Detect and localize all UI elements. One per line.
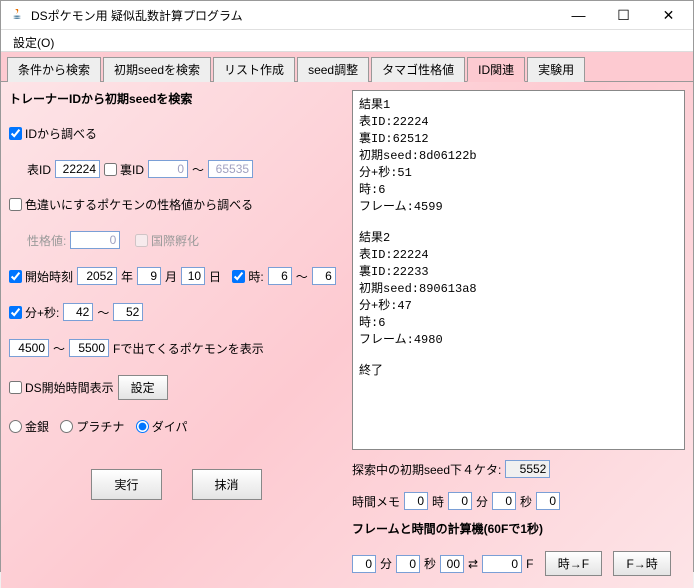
section-heading: トレーナーIDから初期seedを検索 (9, 90, 344, 107)
settings-button[interactable]: 設定 (118, 375, 168, 400)
minimize-button[interactable]: — (556, 1, 601, 29)
input-hour2[interactable] (312, 267, 336, 285)
input-ms2[interactable] (113, 303, 143, 321)
check-start-time-box[interactable] (9, 270, 22, 283)
tab-experiment[interactable]: 実験用 (527, 57, 585, 82)
label-calc: フレームと時間の計算機(60Fで1秒) (352, 520, 685, 537)
radio-pt-input[interactable] (60, 420, 73, 433)
menubar: 設定(O) (1, 30, 693, 52)
window-title: DSポケモン用 疑似乱数計算プログラム (31, 7, 556, 24)
memo-s[interactable] (492, 492, 516, 510)
radio-dp[interactable]: ダイパ (136, 418, 188, 435)
arrows-icon: ⇄ (468, 557, 478, 571)
check-sid[interactable]: 裏ID (104, 161, 144, 178)
radio-gs[interactable]: 金銀 (9, 418, 49, 435)
label-seed4: 探索中の初期seed下４ケタ: (352, 461, 501, 478)
tab-bar: 条件から検索 初期seedを検索 リスト作成 seed調整 タマゴ性格値 ID関… (1, 52, 693, 82)
radio-gs-input[interactable] (9, 420, 22, 433)
java-icon (9, 7, 25, 23)
radio-pt[interactable]: プラチナ (60, 418, 124, 435)
check-minsec-box[interactable] (9, 306, 22, 319)
memo-h[interactable] (404, 492, 428, 510)
input-ms1[interactable] (63, 303, 93, 321)
tab-seed-search[interactable]: 初期seedを検索 (103, 57, 211, 82)
check-shiny-box[interactable] (9, 198, 22, 211)
check-start-time[interactable]: 開始時刻 (9, 268, 73, 285)
results-textarea[interactable]: 結果1 表ID:22224 裏ID:62512 初期seed:8d06122b … (352, 90, 685, 450)
time-to-frame-button[interactable]: 時→F (545, 551, 602, 576)
clear-button[interactable]: 抹消 (192, 469, 262, 500)
label-time-memo: 時間メモ (352, 493, 400, 510)
check-ds-start[interactable]: DS開始時間表示 (9, 379, 114, 396)
calc-ss[interactable] (440, 555, 464, 573)
tab-id[interactable]: ID関連 (467, 57, 525, 82)
tab-list[interactable]: リスト作成 (213, 57, 295, 82)
frame-to-time-button[interactable]: F→時 (613, 551, 670, 576)
check-id-lookup-box[interactable] (9, 127, 22, 140)
input-frame2[interactable] (69, 339, 109, 357)
run-button[interactable]: 実行 (91, 469, 161, 500)
input-hour1[interactable] (268, 267, 292, 285)
check-sid-box[interactable] (104, 163, 117, 176)
label-pid: 性格値: (27, 232, 66, 249)
check-id-lookup[interactable]: IDから調べる (9, 125, 97, 142)
output-seed4 (505, 460, 550, 478)
menu-settings[interactable]: 設定(O) (7, 32, 60, 53)
tab-egg[interactable]: タマゴ性格値 (371, 57, 465, 82)
input-month[interactable] (137, 267, 161, 285)
check-intl-box (135, 234, 148, 247)
check-ds-start-box[interactable] (9, 381, 22, 394)
input-sid[interactable] (148, 160, 188, 178)
input-day[interactable] (181, 267, 205, 285)
input-frame1[interactable] (9, 339, 49, 357)
memo-m[interactable] (448, 492, 472, 510)
calc-m[interactable] (352, 555, 376, 573)
tab-seed-adjust[interactable]: seed調整 (297, 57, 369, 82)
check-intl[interactable]: 国際孵化 (135, 232, 199, 249)
input-pid[interactable] (70, 231, 120, 249)
check-hour-box[interactable] (232, 270, 245, 283)
memo-x[interactable] (536, 492, 560, 510)
radio-dp-input[interactable] (136, 420, 149, 433)
label-tid: 表ID (27, 161, 51, 178)
check-minsec[interactable]: 分+秒: (9, 304, 59, 321)
input-year[interactable] (77, 267, 117, 285)
calc-f[interactable] (482, 555, 522, 573)
label-frame-show: Fで出てくるポケモンを表示 (113, 340, 264, 357)
input-tid[interactable] (55, 160, 100, 178)
close-button[interactable]: ✕ (646, 1, 691, 29)
calc-s[interactable] (396, 555, 420, 573)
check-hour[interactable]: 時: (232, 268, 263, 285)
check-shiny[interactable]: 色違いにするポケモンの性格値から調べる (9, 196, 253, 213)
maximize-button[interactable]: ☐ (601, 1, 646, 29)
input-sid-max[interactable] (208, 160, 253, 178)
titlebar: DSポケモン用 疑似乱数計算プログラム — ☐ ✕ (1, 1, 693, 30)
tab-conditions[interactable]: 条件から検索 (7, 57, 101, 82)
